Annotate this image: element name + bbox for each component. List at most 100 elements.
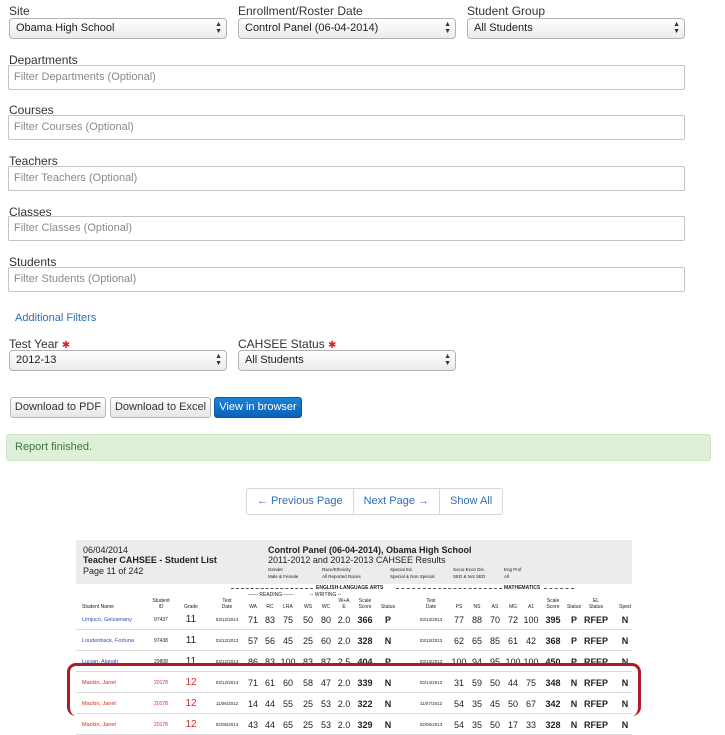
cell-rc: 44 [264, 720, 275, 730]
cell-grade: 11 [185, 614, 197, 625]
cell-wa: 71 [247, 615, 258, 625]
math-rule [544, 588, 574, 589]
cell-wc: 80 [320, 615, 331, 625]
cell-a1: 42 [525, 636, 536, 646]
cell-a1: 100 [523, 615, 539, 625]
cell-mscore: 395 [545, 615, 561, 625]
cell-mscore: 328 [545, 720, 561, 730]
race-value: All Reported Races [322, 574, 361, 579]
test-year-label: Test Year ✱ [9, 337, 70, 351]
cell-wc: 53 [320, 720, 331, 730]
previous-page-button[interactable]: ← Previous Page [246, 488, 354, 515]
classes-input[interactable]: Filter Classes (Optional) [8, 216, 685, 241]
cell-as: 50 [489, 720, 500, 730]
gender-heading: Gender [268, 567, 284, 572]
cell-mstatus: P [570, 636, 577, 646]
cell-mstatus: N [570, 720, 578, 730]
site-label: Site [9, 4, 30, 18]
cell-rc: 83 [264, 615, 275, 625]
cell-wa: 57 [247, 636, 258, 646]
cell-score: 366 [357, 615, 373, 625]
cell-grade: 11 [185, 635, 197, 646]
site-select-value: Obama High School [16, 22, 115, 34]
cahsee-status-select[interactable]: All Students ▲ ▼ [238, 350, 456, 371]
eng-value: All [504, 574, 510, 579]
report-page: Page 11 of 242 [83, 566, 144, 576]
cell-name[interactable]: Limjuco, Gelzamany [82, 610, 142, 630]
cell-ws: 25 [302, 636, 313, 646]
reading-heading: ------ READING ------ [248, 592, 294, 598]
ela-rule [231, 588, 313, 589]
cell-mdate: 03/13/2013 [419, 617, 443, 622]
select-arrows-icon: ▲ ▼ [444, 353, 451, 367]
sped-value: Special & Non Special [390, 574, 435, 579]
test-year-label-text: Test Year [9, 337, 59, 351]
race-heading: Race/Ethnicity [322, 567, 351, 572]
cell-mstatus: P [570, 615, 577, 625]
cahsee-status-label: CAHSEE Status ✱ [238, 337, 336, 351]
enrollment-label: Enrollment/Roster Date [238, 4, 363, 18]
ses-value: SED & Not SED [453, 574, 486, 579]
test-year-select-value: 2012-13 [16, 354, 57, 366]
download-excel-button[interactable]: Download to Excel [110, 397, 211, 418]
cell-mscore: 368 [545, 636, 561, 646]
cell-el: RFEP [583, 720, 608, 730]
enrollment-select-value: Control Panel (06-04-2014) [245, 22, 379, 34]
cell-rc: 56 [264, 636, 275, 646]
cell-mg: 72 [507, 615, 518, 625]
cell-name[interactable]: Mackin, Janet [82, 715, 142, 735]
cell-as: 85 [489, 636, 500, 646]
ela-rule [396, 588, 426, 589]
show-all-button[interactable]: Show All [439, 488, 504, 515]
cahsee-status-select-value: All Students [245, 354, 304, 366]
cell-status: P [384, 615, 391, 625]
cell-name[interactable]: Loudenback, Fortuna [82, 631, 142, 651]
view-in-browser-button[interactable]: View in browser [214, 397, 302, 418]
cell-wa: 43 [247, 720, 258, 730]
cell-lra: 75 [282, 615, 293, 625]
student-group-select[interactable]: All Students ▲ ▼ [467, 18, 685, 39]
enrollment-select[interactable]: Control Panel (06-04-2014) ▲ ▼ [238, 18, 456, 39]
cell-e: 2.0 [337, 615, 351, 625]
courses-input[interactable]: Filter Courses (Optional) [8, 115, 685, 140]
highlight-outline [67, 663, 641, 716]
report-panel: Control Panel (06-04-2014), Obama High S… [268, 545, 472, 555]
cell-lra: 65 [282, 720, 293, 730]
cell-el: RFEP [583, 636, 608, 646]
math-heading: MATHEMATICS [504, 585, 541, 591]
cell-sped: N [621, 720, 629, 730]
select-arrows-icon: ▲ ▼ [444, 21, 451, 35]
report-title: Teacher CAHSEE - Student List [83, 555, 217, 565]
gender-value: Male & Female [268, 574, 299, 579]
teachers-input[interactable]: Filter Teachers (Optional) [8, 166, 685, 191]
cell-ps: 77 [453, 615, 464, 625]
cell-ws: 50 [302, 615, 313, 625]
cell-score: 328 [357, 636, 373, 646]
cahsee-status-label-text: CAHSEE Status [238, 337, 325, 351]
report-date: 06/04/2014 [83, 545, 129, 555]
students-input[interactable]: Filter Students (Optional) [8, 267, 685, 292]
select-arrows-icon: ▲ ▼ [673, 21, 680, 35]
download-pdf-button[interactable]: Download to PDF [10, 397, 106, 418]
additional-filters-link[interactable]: Additional Filters [15, 312, 96, 324]
ela-heading: ENGLISH-LANGUAGE ARTS [316, 585, 384, 591]
student-group-label: Student Group [467, 4, 546, 18]
test-year-select[interactable]: 2012-13 ▲ ▼ [9, 350, 227, 371]
report-finished-alert: Report finished. [6, 434, 711, 461]
cell-as: 70 [489, 615, 500, 625]
site-select[interactable]: Obama High School ▲ ▼ [9, 18, 227, 39]
cell-score: 329 [357, 720, 373, 730]
cell-e: 2.0 [337, 636, 351, 646]
departments-input[interactable]: Filter Departments (Optional) [8, 65, 685, 90]
sped-heading: Special Ed. [390, 567, 413, 572]
table-row: Limjuco, Gelzamany 97437 11 03/12/2013 71 83 7… [76, 610, 632, 630]
cell-mg: 61 [507, 636, 518, 646]
student-group-select-value: All Students [474, 22, 533, 34]
cell-date: 02/05/2013 [215, 722, 239, 727]
cell-sped: N [621, 615, 629, 625]
table-row: Mackin, Janet 20178 12 02/05/2013 43 44 65 25 53… [76, 715, 632, 735]
cell-lra: 45 [282, 636, 293, 646]
next-page-button[interactable]: Next Page → [352, 488, 441, 515]
cell-mdate: 02/06/2013 [419, 722, 443, 727]
eng-heading: Eng Prof [504, 567, 522, 572]
